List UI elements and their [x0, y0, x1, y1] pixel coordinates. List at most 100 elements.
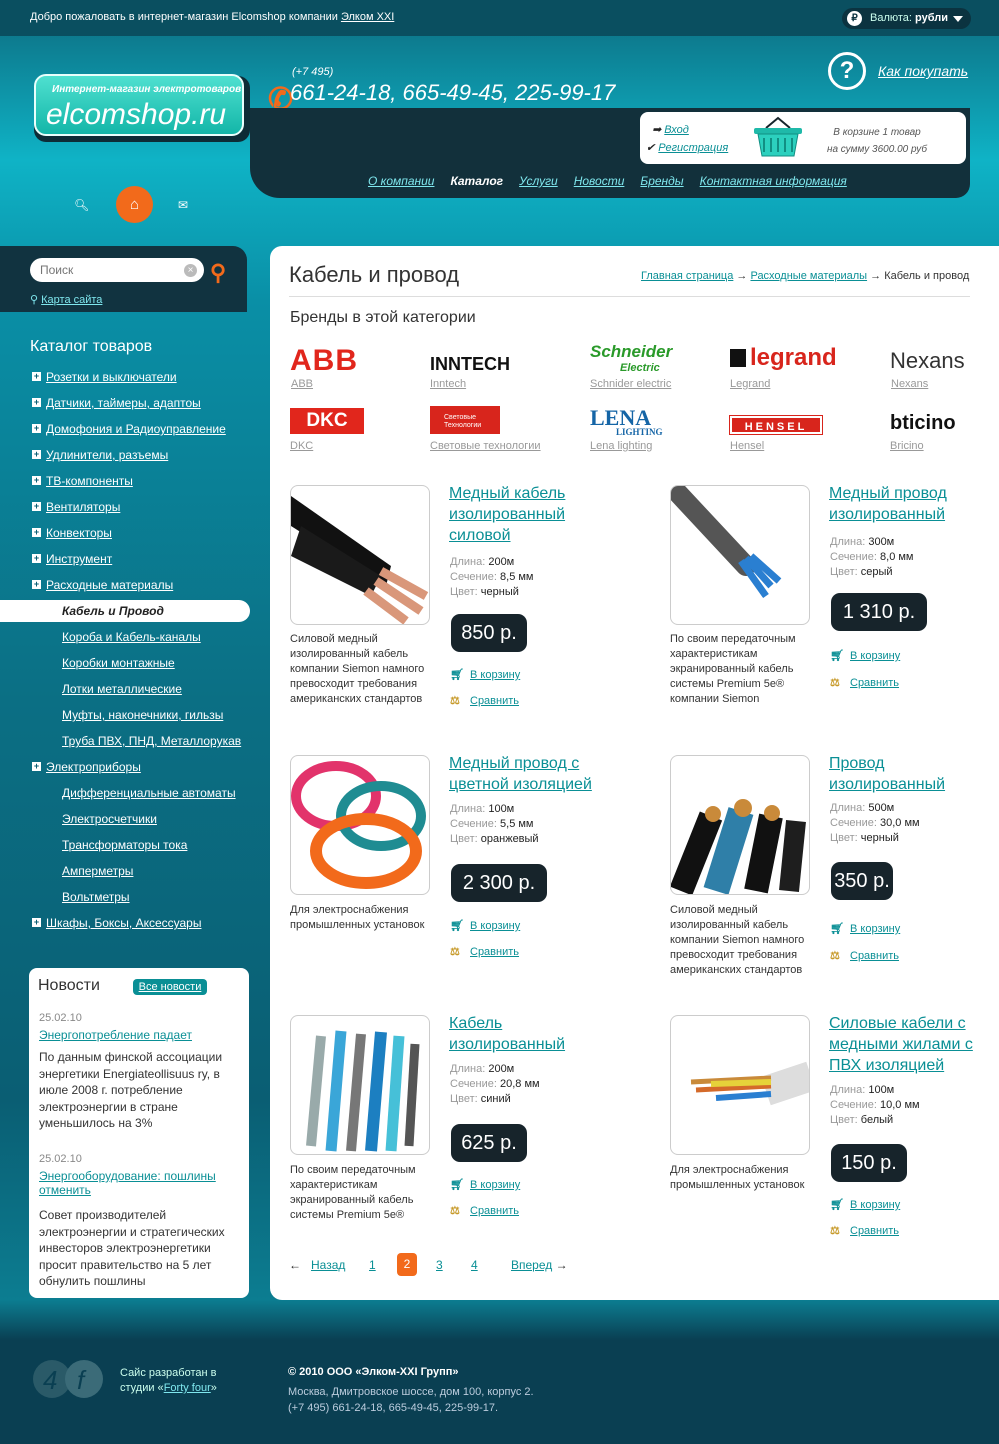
- brand-logo-abb[interactable]: ABB: [290, 344, 358, 377]
- brand-link[interactable]: Bricino: [890, 440, 924, 452]
- nav-services[interactable]: Услуги: [519, 174, 558, 188]
- catalog-link[interactable]: Датчики, таймеры, адаптоы: [46, 396, 201, 410]
- catalog-subitem[interactable]: Короба и Кабель-каналы: [62, 630, 201, 644]
- sitemap-link[interactable]: Карта сайта: [41, 294, 102, 306]
- subitem-link[interactable]: Коробки монтажные: [62, 656, 175, 670]
- basket-icon[interactable]: [752, 116, 804, 158]
- cart-summary[interactable]: В корзине 1 товар на сумму 3600.00 руб: [812, 124, 942, 158]
- product-link[interactable]: Медный кабель изолированный силовой: [449, 485, 565, 544]
- news-title-link[interactable]: Энергооборудование: пошлины отменить: [39, 1169, 216, 1197]
- product-image[interactable]: [290, 755, 430, 895]
- catalog-link[interactable]: Удлинители, разъемы: [46, 448, 168, 462]
- add-to-cart-link[interactable]: В корзину: [470, 920, 520, 932]
- catalog-link[interactable]: Шкафы, Боксы, Аксессуары: [46, 916, 201, 930]
- product-title[interactable]: Провод изолированный: [829, 753, 979, 795]
- nav-news[interactable]: Новости: [574, 174, 625, 188]
- pager-prev-link[interactable]: Назад: [311, 1258, 345, 1272]
- clear-icon[interactable]: ×: [184, 264, 197, 277]
- catalog-item[interactable]: + Удлинители, разъемы: [32, 448, 168, 462]
- catalog-item[interactable]: + Домофония и Радиоуправление: [32, 422, 226, 436]
- subitem-link[interactable]: Дифференциальные автоматы: [62, 786, 236, 800]
- product-image[interactable]: [670, 485, 810, 625]
- brand-link[interactable]: ABB: [291, 378, 313, 390]
- catalog-item[interactable]: + Инструмент: [32, 552, 112, 566]
- product-link[interactable]: Провод изолированный: [829, 755, 945, 793]
- pager-next-link[interactable]: Вперед: [511, 1258, 552, 1272]
- add-to-cart-link[interactable]: В корзину: [850, 923, 900, 935]
- search-icon[interactable]: 🔍︎: [74, 198, 89, 212]
- add-to-cart[interactable]: 🛒︎ В корзину: [830, 922, 900, 935]
- brand-link[interactable]: Световые технологии: [430, 440, 541, 452]
- catalog-item[interactable]: + Розетки и выключатели: [32, 370, 177, 384]
- compare-link[interactable]: Сравнить: [850, 950, 899, 962]
- product-image[interactable]: [670, 1015, 810, 1155]
- catalog-item[interactable]: + ТВ-компоненты: [32, 474, 133, 488]
- news-link[interactable]: Энергопотребление падает: [39, 1028, 234, 1042]
- brand-link[interactable]: Hensel: [730, 440, 764, 452]
- pager-prev[interactable]: ← Назад: [289, 1258, 345, 1272]
- brand-logo-svetovye[interactable]: Световые Технологии: [430, 406, 500, 434]
- compare[interactable]: ⚖ Сравнить: [450, 694, 519, 707]
- compare[interactable]: ⚖ Сравнить: [830, 676, 899, 689]
- brand-link[interactable]: Inntech: [430, 378, 466, 390]
- catalog-link[interactable]: Розетки и выключатели: [46, 370, 177, 384]
- catalog-link[interactable]: Конвекторы: [46, 526, 112, 540]
- add-to-cart-link[interactable]: В корзину: [470, 1179, 520, 1191]
- subitem-link[interactable]: Вольтметры: [62, 890, 130, 904]
- catalog-subitem[interactable]: Коробки монтажные: [62, 656, 175, 670]
- add-to-cart-link[interactable]: В корзину: [470, 669, 520, 681]
- breadcrumb-category[interactable]: Расходные материалы: [750, 270, 867, 282]
- add-to-cart[interactable]: 🛒︎ В корзину: [450, 919, 520, 932]
- catalog-subitem[interactable]: Электросчетчики: [62, 812, 157, 826]
- compare-link[interactable]: Сравнить: [850, 1225, 899, 1237]
- compare[interactable]: ⚖ Сравнить: [450, 945, 519, 958]
- subitem-link[interactable]: Муфты, наконечники, гильзы: [62, 708, 223, 722]
- catalog-subitem[interactable]: Труба ПВХ, ПНД, Металлорукав: [62, 734, 241, 748]
- pager-page[interactable]: 1: [369, 1258, 376, 1272]
- brand-logo-nexans[interactable]: Nexans: [890, 348, 965, 378]
- catalog-subitem[interactable]: Дифференциальные автоматы: [62, 786, 236, 800]
- catalog-link[interactable]: Инструмент: [46, 552, 112, 566]
- search-button[interactable]: ⚲: [210, 260, 226, 286]
- add-to-cart[interactable]: 🛒︎ В корзину: [450, 668, 520, 681]
- how-to-buy-label[interactable]: Как покупать: [878, 63, 968, 79]
- brand-logo-lena[interactable]: LENA LIGHTING: [590, 407, 663, 438]
- compare-link[interactable]: Сравнить: [850, 677, 899, 689]
- product-image[interactable]: [290, 485, 430, 625]
- catalog-item[interactable]: + Шкафы, Боксы, Аксессуары: [32, 916, 201, 930]
- catalog-subitem[interactable]: Амперметры: [62, 864, 133, 878]
- subitem-link[interactable]: Электросчетчики: [62, 812, 157, 826]
- subitem-link[interactable]: Короба и Кабель-каналы: [62, 630, 201, 644]
- studio-logo[interactable]: 4 f: [32, 1358, 104, 1400]
- nav-catalog[interactable]: Каталог: [450, 174, 503, 188]
- subitem-link[interactable]: Амперметры: [62, 864, 133, 878]
- product-title[interactable]: Кабель изолированный: [449, 1013, 599, 1055]
- nav-brands[interactable]: Бренды: [640, 174, 683, 188]
- question-icon[interactable]: ?: [828, 52, 866, 90]
- how-to-buy-link[interactable]: Как покупать: [878, 63, 968, 79]
- company-link[interactable]: Элком XXI: [341, 11, 394, 23]
- product-title[interactable]: Медный провод с цветной изоляцией: [449, 753, 599, 795]
- product-title[interactable]: Силовые кабели с медными жилами с ПВХ из…: [829, 1013, 989, 1076]
- pager-page[interactable]: 4: [471, 1258, 478, 1272]
- brand-link[interactable]: Schnider electric: [590, 378, 671, 390]
- currency-select[interactable]: ₽ Валюта: рубли: [842, 8, 971, 29]
- add-to-cart[interactable]: 🛒︎ В корзину: [450, 1178, 520, 1191]
- catalog-item[interactable]: + Датчики, таймеры, адаптоы: [32, 396, 201, 410]
- product-image[interactable]: [670, 755, 810, 895]
- brand-logo-schneider[interactable]: Schneider Electric: [590, 343, 672, 374]
- catalog-link[interactable]: ТВ-компоненты: [46, 474, 133, 488]
- product-image[interactable]: [290, 1015, 430, 1155]
- pager-next[interactable]: Вперед →: [511, 1258, 568, 1272]
- brand-logo-hensel[interactable]: HENSEL: [729, 415, 823, 435]
- catalog-subitem[interactable]: Вольтметры: [62, 890, 130, 904]
- brand-link[interactable]: Legrand: [730, 378, 770, 390]
- product-link[interactable]: Медный провод с цветной изоляцией: [449, 755, 592, 793]
- home-icon[interactable]: ⌂: [116, 186, 153, 223]
- product-title[interactable]: Медный провод изолированный: [829, 483, 979, 525]
- subitem-link[interactable]: Лотки металлические: [62, 682, 182, 696]
- brand-link[interactable]: DKC: [290, 440, 313, 452]
- catalog-link[interactable]: Электроприборы: [46, 760, 141, 774]
- catalog-link[interactable]: Домофония и Радиоуправление: [46, 422, 226, 436]
- logo-name[interactable]: elcomshop.ru: [46, 98, 226, 132]
